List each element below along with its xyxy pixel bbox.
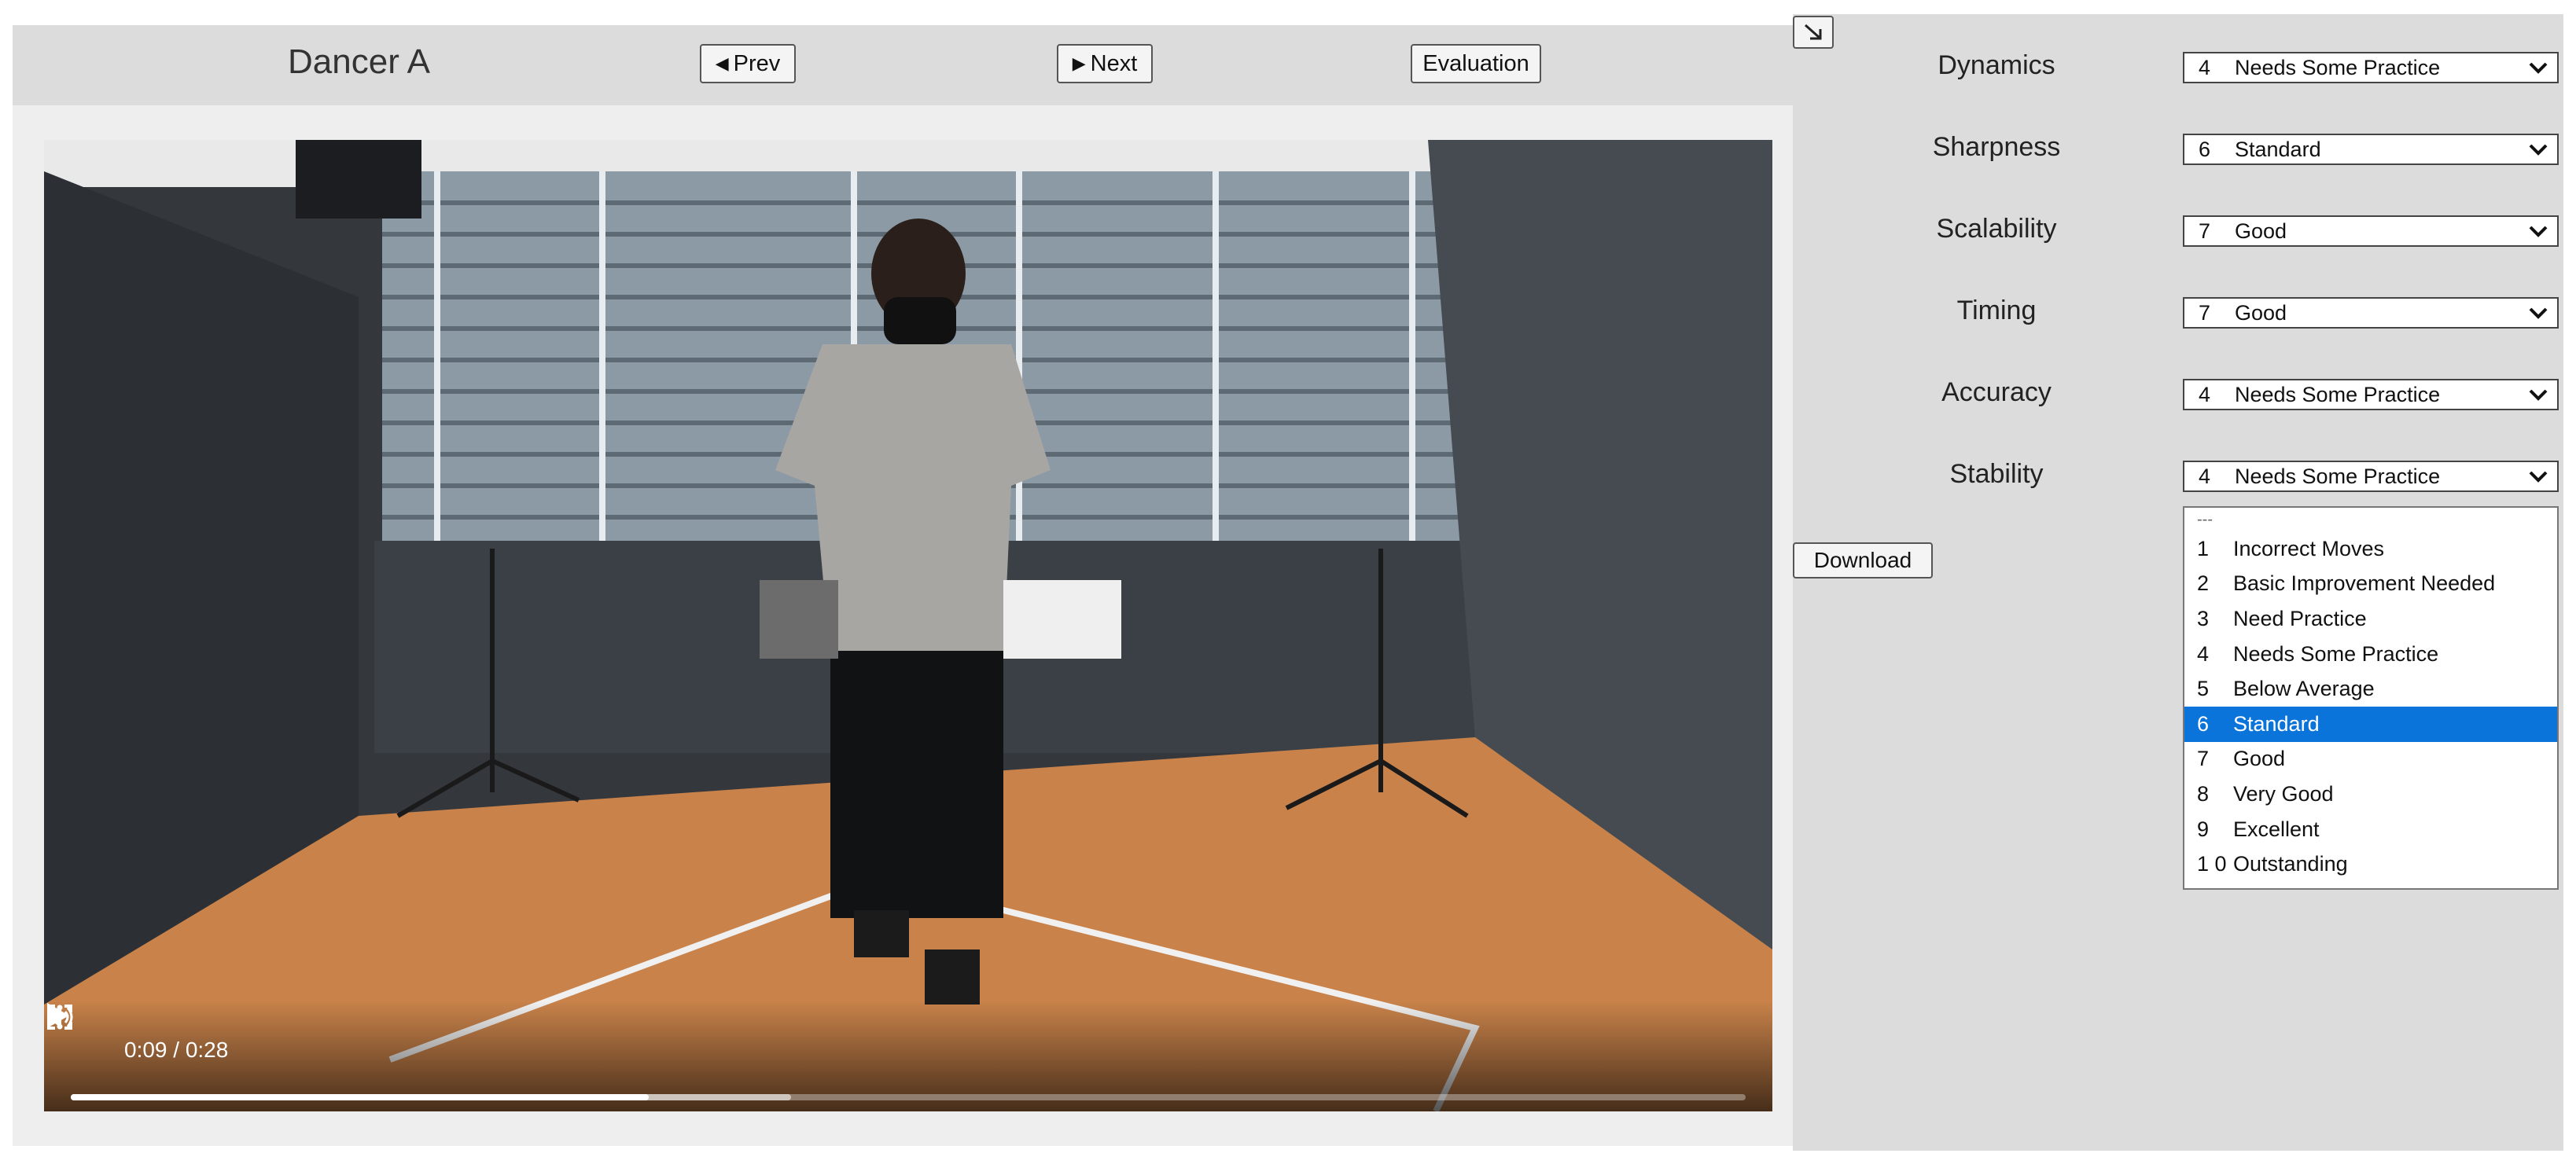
option-number: 2 — [2197, 571, 2210, 596]
rating-select[interactable]: 4 Needs Some Practice — [2183, 52, 2559, 83]
rating-select[interactable]: 7 Good — [2183, 297, 2559, 329]
criterion-label: Timing — [1956, 296, 2037, 325]
rating-select[interactable]: 6 Standard — [2183, 134, 2559, 165]
option-number: 4 — [2197, 641, 2210, 666]
triangle-right-icon: ▶ — [1072, 53, 1086, 73]
rating-score: 4 — [2199, 55, 2211, 79]
criterion-label: Dynamics — [1938, 50, 2055, 80]
dropdown-option[interactable]: 2 Basic Improvement Needed — [2184, 567, 2557, 602]
option-label: Outstanding — [2233, 852, 2348, 876]
chevron-down-icon — [2529, 307, 2548, 319]
option-label: Excellent — [2233, 817, 2320, 841]
chevron-down-icon — [2529, 144, 2548, 156]
video-panel: Dancer A ◀ Prev ▶ Next Evaluation 0:09 /… — [13, 25, 1796, 1146]
rating-text: Needs Some Practice — [2235, 464, 2441, 488]
progress-bar[interactable] — [71, 1094, 1746, 1100]
option-number: 1 — [2197, 536, 2210, 560]
criterion-label: Stability — [1949, 459, 2044, 489]
collapse-button[interactable] — [1793, 16, 1834, 49]
next-label: Next — [1090, 50, 1138, 76]
arrow-down-right-icon — [1805, 24, 1822, 40]
chevron-down-icon — [2529, 62, 2548, 74]
rating-text: Needs Some Practice — [2235, 55, 2441, 79]
rating-score: 7 — [2199, 300, 2211, 325]
option-label: Need Practice — [2233, 606, 2367, 630]
evaluation-label: Evaluation — [1422, 50, 1529, 76]
video-header: Dancer A ◀ Prev ▶ Next Evaluation — [13, 25, 1796, 105]
dropdown-option[interactable]: 1 Incorrect Moves — [2184, 531, 2557, 567]
video-player[interactable]: 0:09 / 0:28 — [44, 140, 1772, 1111]
option-number: 7 — [2197, 747, 2210, 771]
progress-played — [71, 1094, 649, 1100]
option-label: Standard — [2233, 711, 2320, 736]
download-label: Download — [1813, 548, 1912, 572]
rating-text: Standard — [2235, 137, 2321, 161]
option-number: 8 — [2197, 781, 2210, 806]
rating-select[interactable]: 4 Needs Some Practice — [2183, 379, 2559, 410]
placeholder-text: --- — [2197, 510, 2213, 528]
video-controls: 0:09 / 0:28 — [44, 1001, 1772, 1111]
rating-score: 7 — [2199, 219, 2211, 243]
dropdown-option[interactable]: 8 Very Good — [2184, 777, 2557, 812]
option-number: 3 — [2197, 606, 2210, 630]
dropdown-placeholder[interactable]: --- — [2184, 508, 2557, 531]
option-label: Basic Improvement Needed — [2233, 571, 2496, 596]
option-number: 9 — [2197, 817, 2210, 841]
option-number: 5 — [2197, 677, 2210, 701]
option-number: 1 0 — [2197, 852, 2227, 876]
dropdown-option[interactable]: 6 Standard — [2184, 706, 2557, 742]
criterion-label: Scalability — [1936, 214, 2057, 244]
criterion-label: Accuracy — [1941, 377, 2052, 407]
next-button[interactable]: ▶ Next — [1057, 44, 1153, 83]
option-label: Incorrect Moves — [2233, 536, 2385, 560]
dropdown-option[interactable]: 1 0 Outstanding — [2184, 847, 2557, 882]
dropdown-option[interactable]: 4 Needs Some Practice — [2184, 637, 2557, 672]
option-label: Good — [2233, 747, 2286, 771]
rating-dropdown-list[interactable]: --- 1 Incorrect Moves 2 Basic Improvement Ne… — [2183, 506, 2559, 890]
dropdown-option[interactable]: 3 Need Practice — [2184, 601, 2557, 637]
download-button[interactable]: Download — [1793, 542, 1933, 578]
criterion-label: Sharpness — [1932, 132, 2061, 162]
option-label: Very Good — [2233, 781, 2334, 806]
rating-select[interactable]: 4 Needs Some Practice — [2183, 461, 2559, 492]
chevron-down-icon — [2529, 226, 2548, 237]
video-frame — [44, 140, 1772, 1111]
option-number: 6 — [2197, 711, 2210, 736]
dropdown-option[interactable]: 9 Excellent — [2184, 812, 2557, 847]
dancer-title: Dancer A — [288, 42, 430, 81]
rating-score: 4 — [2199, 464, 2211, 488]
evaluation-panel: Dynamics 4 Needs Some Practice Sharpness 6 St… — [1793, 14, 2563, 1151]
option-label: Below Average — [2233, 677, 2375, 701]
more-vertical-icon[interactable] — [44, 1001, 75, 1033]
rating-text: Needs Some Practice — [2235, 382, 2441, 406]
prev-button[interactable]: ◀ Prev — [700, 44, 796, 83]
triangle-left-icon: ◀ — [715, 53, 729, 73]
rating-text: Good — [2235, 219, 2287, 243]
rating-score: 6 — [2199, 137, 2211, 161]
dropdown-option[interactable]: 5 Below Average — [2184, 671, 2557, 707]
chevron-down-icon — [2529, 471, 2548, 483]
time-display: 0:09 / 0:28 — [124, 1038, 229, 1062]
chevron-down-icon — [2529, 389, 2548, 401]
prev-label: Prev — [733, 50, 781, 76]
option-label: Needs Some Practice — [2233, 641, 2439, 666]
dropdown-option[interactable]: 7 Good — [2184, 742, 2557, 777]
rating-text: Good — [2235, 300, 2287, 325]
rating-select[interactable]: 7 Good — [2183, 215, 2559, 247]
evaluation-button[interactable]: Evaluation — [1411, 44, 1541, 83]
rating-score: 4 — [2199, 382, 2211, 406]
